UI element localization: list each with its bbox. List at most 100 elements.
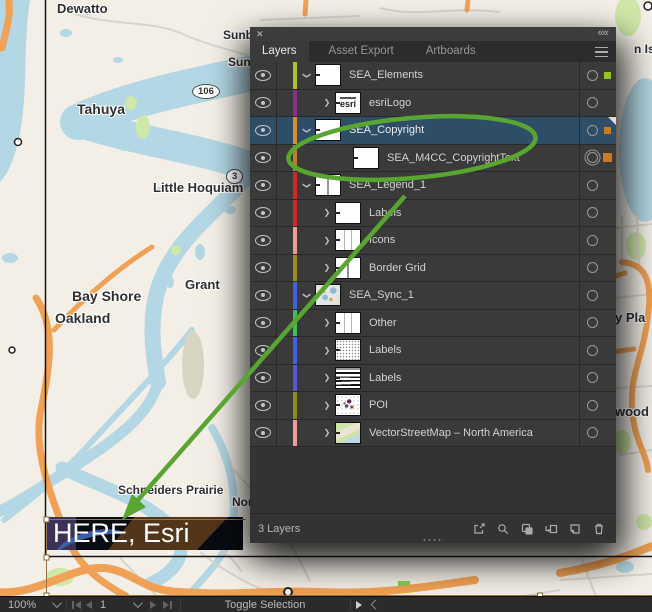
layer-row[interactable]: ❯Icons [250, 227, 616, 255]
layer-name[interactable]: Labels [369, 207, 579, 219]
tab-layers[interactable]: Layers [250, 41, 309, 62]
target-circle-icon[interactable] [587, 125, 598, 136]
visibility-toggle[interactable] [250, 310, 277, 337]
target-circle-icon[interactable] [587, 70, 598, 81]
layer-row[interactable]: ❯ Border Grid [250, 255, 616, 283]
selection-color-swatch[interactable] [604, 72, 611, 79]
locate-object-icon[interactable] [495, 521, 510, 536]
chevron-down-icon[interactable]: ❯ [303, 69, 312, 81]
lock-toggle[interactable] [277, 392, 293, 419]
lock-toggle[interactable] [277, 145, 293, 172]
lock-toggle[interactable] [277, 172, 293, 199]
visibility-toggle[interactable] [250, 117, 277, 144]
layer-name[interactable]: esriLogo [369, 97, 579, 109]
close-icon[interactable]: ✕ [256, 28, 264, 40]
target-circle-icon[interactable] [587, 345, 598, 356]
chevron-right-icon[interactable]: ❯ [321, 263, 333, 272]
layer-thumbnail[interactable] [335, 394, 361, 416]
lock-toggle[interactable] [277, 282, 293, 309]
collapse-panel-icon[interactable]: «« [598, 27, 608, 40]
layer-thumbnail[interactable] [335, 229, 361, 251]
status-toggle-selection[interactable]: Toggle Selection [182, 597, 348, 612]
layer-thumbnail[interactable] [353, 147, 379, 169]
chevron-right-icon[interactable]: ❯ [321, 373, 333, 382]
visibility-toggle[interactable] [250, 172, 277, 199]
layer-name[interactable]: SEA_Elements [349, 69, 579, 81]
layer-row[interactable]: ❯POI [250, 392, 616, 420]
layer-name[interactable]: Labels [369, 344, 579, 356]
layer-name[interactable]: VectorStreetMap – North America [369, 427, 579, 439]
layer-thumbnail[interactable]: esri [335, 92, 361, 114]
layer-row[interactable]: ❯SEA_Copyright [250, 117, 616, 145]
zoom-dropdown-icon[interactable] [52, 597, 59, 612]
chevron-down-icon[interactable]: ❯ [303, 179, 312, 191]
target-circle-icon[interactable] [587, 262, 598, 273]
visibility-toggle[interactable] [250, 365, 277, 392]
target-circle-icon[interactable] [587, 290, 598, 301]
visibility-toggle[interactable] [250, 227, 277, 254]
lock-toggle[interactable] [277, 62, 293, 89]
visibility-toggle[interactable] [250, 62, 277, 89]
layer-thumbnail[interactable] [315, 284, 341, 306]
visibility-toggle[interactable] [250, 90, 277, 117]
status-back-icon[interactable] [372, 597, 379, 612]
target-circle-icon[interactable] [587, 180, 598, 191]
lock-toggle[interactable] [277, 310, 293, 337]
layer-row[interactable]: ❯ Labels [250, 337, 616, 365]
layer-row[interactable]: ❯ Labels [250, 200, 616, 228]
selection-color-swatch[interactable] [603, 153, 612, 162]
visibility-toggle[interactable] [250, 420, 277, 447]
chevron-down-icon[interactable]: ❯ [303, 289, 312, 301]
layer-name[interactable]: SEA_Sync_1 [349, 289, 579, 301]
lock-toggle[interactable] [277, 337, 293, 364]
new-layer-icon[interactable] [567, 521, 582, 536]
target-circle-icon[interactable] [587, 97, 598, 108]
layer-thumbnail[interactable] [335, 257, 361, 279]
layer-thumbnail[interactable] [315, 64, 341, 86]
layer-thumbnail[interactable] [335, 367, 361, 389]
layer-row[interactable]: ❯SEA_M4CC_CopyrightText [250, 145, 616, 173]
layer-name[interactable]: SEA_M4CC_CopyrightText [387, 152, 579, 164]
last-artboard-icon[interactable] [163, 597, 172, 612]
chevron-right-icon[interactable]: ❯ [321, 428, 333, 437]
visibility-toggle[interactable] [250, 200, 277, 227]
next-artboard-icon[interactable] [150, 597, 156, 612]
target-circle-icon[interactable] [587, 207, 598, 218]
panel-menu-icon[interactable] [595, 47, 608, 57]
delete-selection-icon[interactable] [591, 521, 606, 536]
lock-toggle[interactable] [277, 420, 293, 447]
layer-thumbnail[interactable] [315, 119, 341, 141]
target-circle-icon[interactable] [587, 235, 598, 246]
new-sublayer-icon[interactable] [543, 521, 558, 536]
layers-panel[interactable]: ✕ «« Layers Asset Export Artboards ❯SEA_… [250, 27, 616, 543]
layer-row[interactable]: ❯ SEA_Elements [250, 62, 616, 90]
status-play-icon[interactable] [356, 597, 362, 612]
panel-resize-grip[interactable] [422, 538, 444, 542]
artboard-number-field[interactable]: 1 [100, 597, 106, 612]
target-circle-icon[interactable] [587, 400, 598, 411]
lock-toggle[interactable] [277, 90, 293, 117]
layer-name[interactable]: Labels [369, 372, 579, 384]
layer-name[interactable]: Border Grid [369, 262, 579, 274]
layer-row[interactable]: ❯ VectorStreetMap – North America [250, 420, 616, 448]
chevron-down-icon[interactable]: ❯ [303, 124, 312, 136]
layer-thumbnail[interactable] [335, 422, 361, 444]
selection-color-swatch[interactable] [604, 127, 611, 134]
layer-thumbnail[interactable] [335, 339, 361, 361]
visibility-toggle[interactable] [250, 145, 277, 172]
layer-name[interactable]: Icons [369, 234, 579, 246]
chevron-right-icon[interactable]: ❯ [321, 346, 333, 355]
zoom-level[interactable]: 100% [8, 597, 36, 612]
layer-name[interactable]: Other [369, 317, 579, 329]
layer-thumbnail[interactable] [315, 174, 341, 196]
chevron-right-icon[interactable]: ❯ [321, 208, 333, 217]
illustrator-canvas[interactable]: DewattoSunbeSunsTahuyaLittle HoquiamGran… [0, 0, 652, 612]
chevron-right-icon[interactable]: ❯ [321, 98, 333, 107]
make-clipping-mask-icon[interactable] [519, 521, 534, 536]
lock-toggle[interactable] [277, 227, 293, 254]
layer-row[interactable]: ❯esri esriLogo [250, 90, 616, 118]
visibility-toggle[interactable] [250, 255, 277, 282]
artboard-dropdown-icon[interactable] [133, 597, 140, 612]
lock-toggle[interactable] [277, 365, 293, 392]
layer-row[interactable]: ❯ Labels [250, 365, 616, 393]
